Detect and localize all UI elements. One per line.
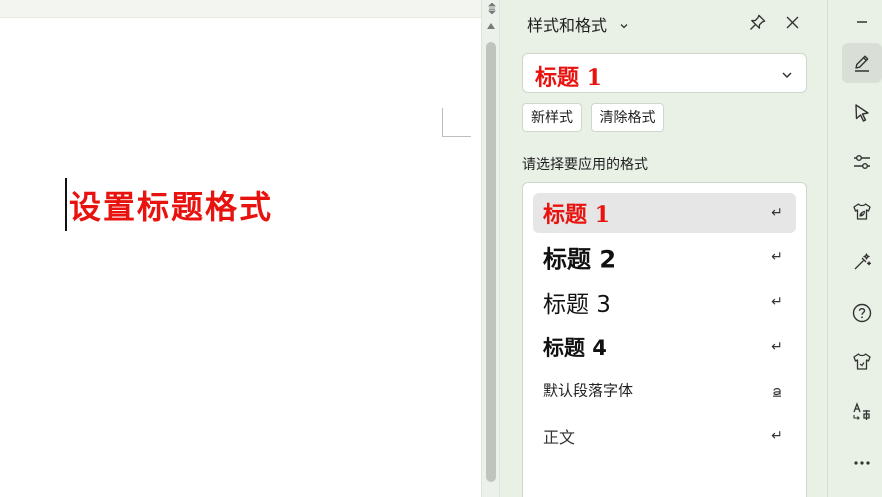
help-icon[interactable] — [842, 293, 882, 333]
styles-panel: 样式和格式 标题 1 新样式 清除格式 请选择要应用的格式 标题 1 ↵ 标题 … — [500, 0, 827, 497]
adjust-sliders-icon[interactable] — [842, 142, 882, 182]
style-item-body-text[interactable]: 正文 ↵ — [533, 416, 796, 456]
pin-icon[interactable] — [745, 10, 769, 34]
clear-format-button[interactable]: 清除格式 — [591, 103, 664, 132]
magic-wand-icon[interactable] — [842, 242, 882, 282]
current-style-value: 标题 1 — [535, 65, 602, 91]
page-margin-marker — [442, 108, 471, 137]
new-style-button[interactable]: 新样式 — [522, 103, 582, 132]
scrollbar-thumb[interactable] — [486, 42, 496, 482]
style-item-label: 标题 3 — [543, 292, 611, 318]
shirt-icon[interactable] — [842, 342, 882, 382]
right-toolbar — [827, 0, 882, 497]
current-style-dropdown[interactable]: 标题 1 — [522, 53, 807, 93]
scroll-up-arrow-icon[interactable] — [485, 21, 497, 31]
paragraph-mark-icon: ↵ — [771, 339, 783, 355]
style-item-default-font[interactable]: 默认段落字体 — [533, 370, 796, 410]
minimize-icon[interactable] — [842, 2, 882, 42]
style-item-heading-1[interactable]: 标题 1 ↵ — [533, 193, 796, 233]
panel-header: 样式和格式 — [500, 0, 827, 44]
style-list: 标题 1 ↵ 标题 2 ↵ 标题 3 ↵ 标题 4 ↵ 默认段落字体 正文 ↵ — [522, 182, 807, 497]
style-item-label: 标题 2 — [543, 245, 617, 274]
document-top-band — [0, 0, 481, 18]
vertical-scrollbar[interactable] — [481, 0, 500, 497]
chevron-down-icon[interactable] — [619, 16, 629, 29]
style-item-label: 正文 — [543, 428, 576, 447]
select-cursor-icon[interactable] — [842, 93, 882, 133]
text-caret — [65, 178, 67, 231]
character-style-icon — [770, 383, 784, 397]
style-item-label: 标题 1 — [543, 202, 610, 228]
document-heading[interactable]: 设置标题格式 — [69, 182, 273, 228]
document-canvas[interactable]: 设置标题格式 — [0, 0, 481, 497]
style-item-heading-3[interactable]: 标题 3 ↵ — [533, 282, 796, 322]
style-item-label: 标题 4 — [543, 336, 607, 360]
paragraph-mark-icon: ↵ — [771, 294, 783, 310]
style-item-heading-4[interactable]: 标题 4 ↵ — [533, 327, 796, 367]
paragraph-mark-icon: ↵ — [771, 428, 783, 444]
translate-icon[interactable] — [842, 392, 882, 432]
panel-title[interactable]: 样式和格式 — [527, 12, 607, 36]
style-item-heading-2[interactable]: 标题 2 ↵ — [533, 237, 796, 277]
split-handle-icon[interactable] — [488, 2, 496, 15]
paragraph-mark-icon: ↵ — [771, 249, 783, 265]
close-icon[interactable] — [780, 10, 804, 34]
more-icon[interactable] — [842, 443, 882, 483]
chevron-down-icon — [780, 67, 794, 81]
shirt-leaf-icon[interactable] — [842, 192, 882, 232]
style-item-label: 默认段落字体 — [543, 381, 634, 400]
pen-icon[interactable] — [842, 43, 882, 83]
section-label: 请选择要应用的格式 — [522, 156, 648, 172]
paragraph-mark-icon: ↵ — [771, 205, 783, 221]
